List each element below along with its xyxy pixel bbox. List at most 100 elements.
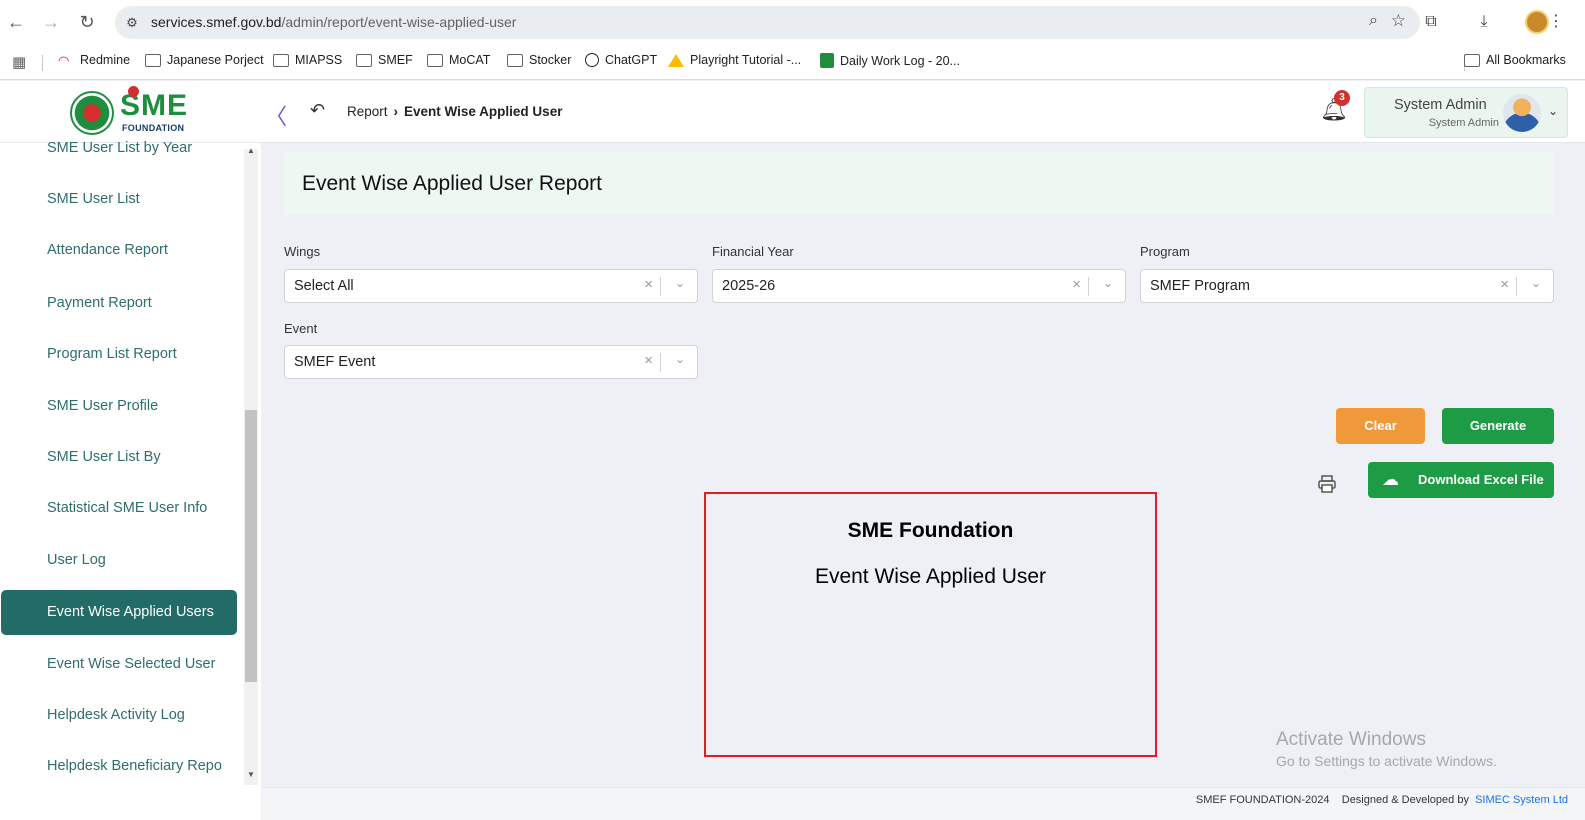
wings-label: Wings bbox=[284, 244, 321, 259]
folder-icon bbox=[145, 53, 161, 67]
sidebar-item-sme-user-list-by-year[interactable]: SME User List by Year bbox=[47, 140, 222, 156]
user-menu[interactable]: System Admin System Admin ⌄ bbox=[1364, 87, 1568, 138]
print-icon[interactable] bbox=[1317, 474, 1337, 494]
scroll-down-arrow-icon[interactable]: ▼ bbox=[247, 770, 255, 779]
folder-icon bbox=[427, 53, 443, 67]
sidebar: SME User List by Year SME User List Atte… bbox=[0, 140, 261, 820]
download-icon[interactable]: ⤓ bbox=[1473, 11, 1495, 33]
sidebar-item-statistical-sme-user-info[interactable]: Statistical SME User Info bbox=[47, 500, 222, 516]
wings-select[interactable]: Select All × ⌄ bbox=[284, 269, 698, 303]
report-organization: SME Foundation bbox=[847, 519, 1014, 542]
activate-windows-watermark: Activate Windows Go to Settings to activ… bbox=[1276, 729, 1497, 769]
sidebar-item-sme-user-profile[interactable]: SME User Profile bbox=[47, 398, 222, 414]
select-divider bbox=[1088, 277, 1089, 296]
program-select[interactable]: SMEF Program × ⌄ bbox=[1140, 269, 1554, 303]
sidebar-item-event-wise-applied-users[interactable]: Event Wise Applied Users bbox=[1, 590, 237, 635]
sidebar-item-payment-report[interactable]: Payment Report bbox=[47, 295, 222, 311]
address-bar[interactable]: ⚙ services.smef.gov.bd/admin/report/even… bbox=[115, 6, 1420, 39]
footer-designed: Designed & Developed by bbox=[1341, 794, 1469, 806]
sidebar-item-sme-user-list-by[interactable]: SME User List By bbox=[47, 449, 222, 465]
clear-button[interactable]: Clear bbox=[1336, 408, 1425, 444]
browser-menu-icon[interactable]: ⋮ bbox=[1545, 11, 1567, 33]
sidebar-item-event-wise-selected-user[interactable]: Event Wise Selected User bbox=[47, 656, 222, 672]
financial-year-select[interactable]: 2025-26 × ⌄ bbox=[712, 269, 1126, 303]
sme-logo[interactable]: SME bbox=[120, 86, 188, 123]
folder-icon bbox=[507, 53, 523, 67]
breadcrumb-parent[interactable]: Report bbox=[347, 104, 388, 119]
back-icon[interactable]: ↶ bbox=[310, 100, 325, 121]
extensions-icon[interactable]: ⧉ bbox=[1420, 11, 1442, 33]
footer: SMEF FOUNDATION-2024 Designed & Develope… bbox=[262, 787, 1585, 820]
footer-copyright: SMEF FOUNDATION-2024 bbox=[1195, 794, 1330, 806]
chevron-down-icon[interactable]: ⌄ bbox=[1548, 104, 1558, 118]
sidebar-item-user-log[interactable]: User Log bbox=[47, 552, 222, 568]
footer-text: SMEF FOUNDATION-2024 Designed & Develope… bbox=[1196, 794, 1568, 806]
sidebar-item-helpdesk-beneficiary-report[interactable]: Helpdesk Beneficiary Report bbox=[47, 758, 222, 774]
download-excel-button[interactable]: ☁ Download Excel File bbox=[1368, 462, 1554, 498]
chevron-down-icon[interactable]: ⌄ bbox=[675, 352, 685, 366]
chevron-down-icon[interactable]: ⌄ bbox=[675, 276, 685, 290]
zoom-icon[interactable]: ⌕ bbox=[1369, 12, 1378, 30]
reload-icon[interactable]: ↻ bbox=[76, 11, 98, 33]
bookmark-daily-work-log[interactable]: Daily Work Log - 20... bbox=[820, 53, 960, 68]
bookmark-mocat[interactable]: MoCAT bbox=[427, 53, 490, 67]
bookmarks-divider bbox=[42, 55, 43, 71]
sheets-icon bbox=[820, 53, 834, 68]
apps-grid-icon[interactable]: ▦ bbox=[12, 53, 26, 71]
financial-year-value: 2025-26 bbox=[722, 278, 776, 294]
bookmark-japanese-porject[interactable]: Japanese Porject bbox=[145, 53, 264, 67]
bookmark-stocker[interactable]: Stocker bbox=[507, 53, 571, 67]
sidebar-item-sme-user-list[interactable]: SME User List bbox=[47, 191, 222, 207]
url-text[interactable]: services.smef.gov.bd/admin/report/event-… bbox=[151, 14, 516, 30]
report-title: Event Wise Applied User bbox=[814, 565, 1047, 588]
site-settings-icon[interactable]: ⚙ bbox=[123, 14, 141, 32]
sidebar-item-program-list-report[interactable]: Program List Report bbox=[47, 346, 222, 362]
folder-icon bbox=[273, 53, 289, 67]
folder-icon bbox=[356, 53, 372, 67]
select-divider bbox=[660, 277, 661, 296]
select-divider bbox=[1516, 277, 1517, 296]
bookmark-playright-tutorial[interactable]: Playright Tutorial -... bbox=[668, 53, 801, 67]
generate-button[interactable]: Generate bbox=[1442, 408, 1554, 444]
program-label: Program bbox=[1140, 244, 1190, 259]
footer-company-link[interactable]: SIMEC System Ltd bbox=[1475, 794, 1568, 806]
financial-year-label: Financial Year bbox=[712, 244, 794, 259]
watermark-title: Activate Windows bbox=[1276, 729, 1426, 750]
chevron-down-icon[interactable]: ⌄ bbox=[1103, 276, 1113, 290]
breadcrumb: Report › Event Wise Applied User bbox=[347, 104, 562, 119]
clear-selection-icon[interactable]: × bbox=[1072, 276, 1081, 293]
clear-selection-icon[interactable]: × bbox=[644, 352, 653, 369]
collapse-sidebar-icon[interactable]: 〈 bbox=[265, 99, 287, 131]
cloud-download-icon: ☁ bbox=[1382, 470, 1399, 489]
avatar bbox=[1503, 94, 1541, 132]
bookmark-redmine[interactable]: ◠ Redmine bbox=[58, 53, 130, 67]
all-bookmarks[interactable]: All Bookmarks bbox=[1464, 53, 1566, 67]
folder-icon bbox=[1464, 53, 1480, 67]
drive-icon bbox=[668, 53, 684, 67]
scroll-up-arrow-icon[interactable]: ▲ bbox=[247, 146, 255, 155]
page-title: Event Wise Applied User Report bbox=[302, 172, 602, 195]
event-value: SMEF Event bbox=[294, 354, 376, 370]
sidebar-item-attendance-report[interactable]: Attendance Report bbox=[47, 242, 222, 258]
bookmarks-bar: ▦ ◠ Redmine Japanese Porject MIAPSS SMEF … bbox=[0, 45, 1585, 80]
download-excel-label: Download Excel File bbox=[1418, 472, 1544, 487]
bookmark-star-icon[interactable]: ☆ bbox=[1391, 11, 1406, 31]
event-select[interactable]: SMEF Event × ⌄ bbox=[284, 345, 698, 379]
forward-arrow-icon[interactable]: → bbox=[40, 11, 62, 33]
clear-selection-icon[interactable]: × bbox=[1500, 276, 1509, 293]
sidebar-item-helpdesk-activity-log[interactable]: Helpdesk Activity Log bbox=[47, 707, 222, 723]
clear-selection-icon[interactable]: × bbox=[644, 276, 653, 293]
back-arrow-icon[interactable]: ← bbox=[5, 11, 27, 33]
chatgpt-icon bbox=[585, 53, 599, 67]
bookmark-smef[interactable]: SMEF bbox=[356, 53, 413, 67]
chevron-down-icon[interactable]: ⌄ bbox=[1531, 276, 1541, 290]
wings-value: Select All bbox=[294, 278, 354, 294]
sidebar-item-label: Event Wise Applied Users bbox=[47, 604, 214, 620]
browser-toolbar: ← → ↻ ⚙ services.smef.gov.bd/admin/repor… bbox=[0, 0, 1585, 45]
bookmark-chatgpt[interactable]: ChatGPT bbox=[585, 53, 657, 67]
sidebar-scrollbar-thumb[interactable] bbox=[245, 410, 257, 682]
report-preview: SME Foundation Event Wise Applied User bbox=[704, 492, 1157, 757]
government-emblem-logo bbox=[70, 91, 114, 135]
breadcrumb-separator-icon: › bbox=[393, 104, 399, 119]
bookmark-miapss[interactable]: MIAPSS bbox=[273, 53, 342, 67]
